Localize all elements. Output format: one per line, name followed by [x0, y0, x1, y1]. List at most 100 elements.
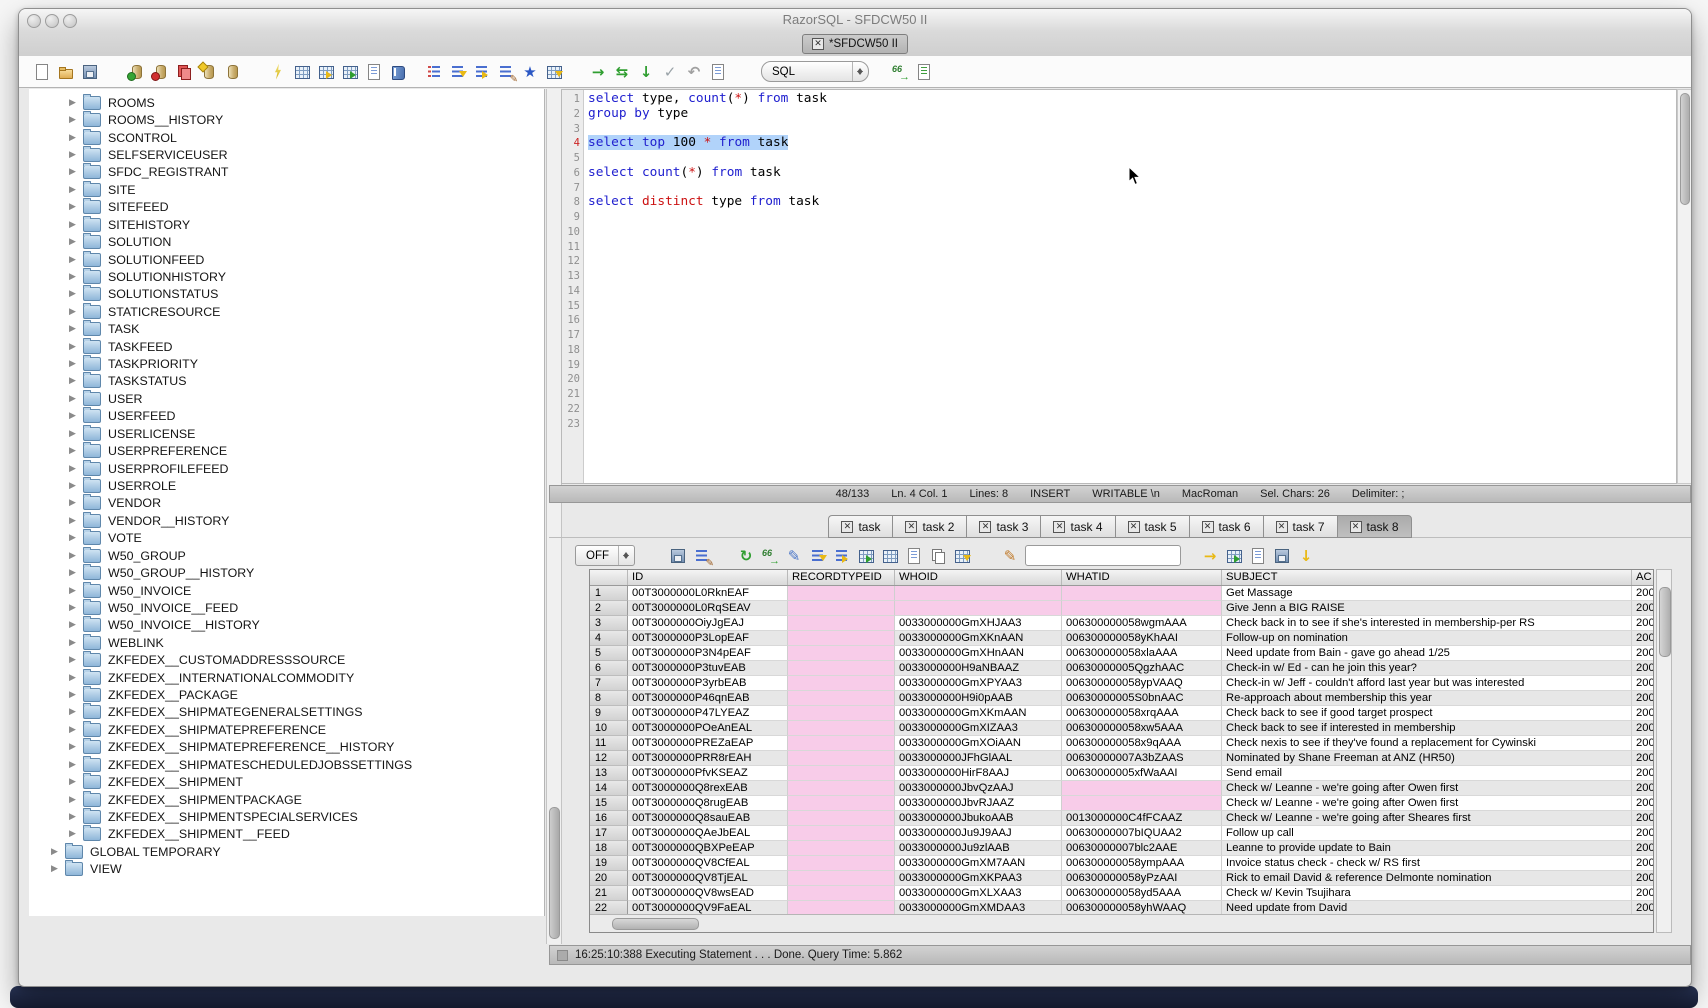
- sidebar-item-sitefeed[interactable]: ▶SITEFEED: [29, 199, 544, 216]
- cell-whatid[interactable]: [1062, 601, 1222, 616]
- expand-arrow-icon[interactable]: ▶: [69, 255, 83, 265]
- delete-connection-icon[interactable]: [175, 63, 193, 81]
- cell-subject[interactable]: Check w/ Leanne - we're going after Owen…: [1222, 781, 1632, 796]
- cell-whoid[interactable]: 0033000000GmXKnAAN: [895, 631, 1062, 646]
- statement-list-icon[interactable]: [425, 63, 443, 81]
- cell-id[interactable]: 00T3000000P47LYEAZ: [628, 706, 788, 721]
- cell-recordtypeid[interactable]: [788, 766, 895, 781]
- cell-subject[interactable]: Check-in w/ Jeff - couldn't afford last …: [1222, 676, 1632, 691]
- expand-arrow-icon[interactable]: ▶: [69, 464, 83, 474]
- expand-arrow-icon[interactable]: ▶: [69, 655, 83, 665]
- expand-arrow-icon[interactable]: ▶: [69, 342, 83, 352]
- cell-id[interactable]: 00T3000000P3yrbEAB: [628, 676, 788, 691]
- cell-subject[interactable]: Need update from Bain - gave go ahead 1/…: [1222, 646, 1632, 661]
- sql-editor[interactable]: 1234567891011121314151617181920212223 se…: [561, 89, 1677, 484]
- expand-arrow-icon[interactable]: ▶: [69, 324, 83, 334]
- cell-whatid[interactable]: 00630000007A3bZAAS: [1062, 751, 1222, 766]
- export-table-icon[interactable]: [317, 63, 335, 81]
- view-text-icon[interactable]: [905, 547, 923, 565]
- column-header-RECORDTYPEID[interactable]: RECORDTYPEID: [788, 570, 895, 585]
- expand-arrow-icon[interactable]: ▶: [69, 620, 83, 630]
- cell-recordtypeid[interactable]: [788, 691, 895, 706]
- sidebar-item-solutionstatus[interactable]: ▶SOLUTIONSTATUS: [29, 286, 544, 303]
- sidebar-item-zkfedex__shipmentpackage[interactable]: ▶ZKFEDEX__SHIPMENTPACKAGE: [29, 791, 544, 808]
- delete-row-icon[interactable]: [833, 547, 851, 565]
- sidebar-item-w50_group[interactable]: ▶W50_GROUP: [29, 547, 544, 564]
- cell-whoid[interactable]: 0033000000GmXIZAA3: [895, 721, 1062, 736]
- cell-ac[interactable]: 200: [1632, 646, 1654, 661]
- cell-id[interactable]: 00T3000000Q8rexEAB: [628, 781, 788, 796]
- cell-subject[interactable]: Check back in to see if she's interested…: [1222, 616, 1632, 631]
- cell-ac[interactable]: 200: [1632, 691, 1654, 706]
- close-tab-icon[interactable]: ✕: [1350, 521, 1362, 533]
- rollback-icon[interactable]: ↶: [685, 63, 703, 81]
- cell-ac[interactable]: 200: [1632, 631, 1654, 646]
- expand-arrow-icon[interactable]: ▶: [69, 533, 83, 543]
- expand-arrow-icon[interactable]: ▶: [69, 237, 83, 247]
- cell-whoid[interactable]: 0033000000JbvQzAAJ: [895, 781, 1062, 796]
- row-number[interactable]: 12: [590, 751, 628, 766]
- row-number[interactable]: 14: [590, 781, 628, 796]
- column-header-SUBJECT[interactable]: SUBJECT: [1222, 570, 1632, 585]
- editor-scrollbar-thumb[interactable]: [1680, 93, 1690, 205]
- copy-table-icon[interactable]: [953, 547, 971, 565]
- sidebar-item-zkfedex__shipmatepreference[interactable]: ▶ZKFEDEX__SHIPMATEPREFERENCE: [29, 721, 544, 738]
- result-tab-task-6[interactable]: ✕task 6: [1189, 515, 1263, 538]
- sidebar-item-global temporary[interactable]: ▶GLOBAL TEMPORARY: [29, 843, 544, 860]
- cell-ac[interactable]: 200: [1632, 826, 1654, 841]
- expand-arrow-icon[interactable]: ▶: [69, 603, 83, 613]
- expand-arrow-icon[interactable]: ▶: [69, 429, 83, 439]
- cell-id[interactable]: 00T3000000Q8sauEAB: [628, 811, 788, 826]
- database-icon[interactable]: [223, 63, 241, 81]
- cell-id[interactable]: 00T3000000QBXPeEAP: [628, 841, 788, 856]
- expand-arrow-icon[interactable]: ▶: [69, 742, 83, 752]
- cell-whoid[interactable]: 0033000000GmXHJAA3: [895, 616, 1062, 631]
- options-list-icon[interactable]: [293, 63, 311, 81]
- expand-arrow-icon[interactable]: ▶: [69, 394, 83, 404]
- cell-recordtypeid[interactable]: [788, 781, 895, 796]
- cell-id[interactable]: 00T3000000OiyJgEAJ: [628, 616, 788, 631]
- close-tab-icon[interactable]: ✕: [905, 521, 917, 533]
- database-tree[interactable]: ▶ROOMS▶ROOMS__HISTORY▶SCONTROL▶SELFSERVI…: [29, 89, 545, 916]
- row-number[interactable]: 2: [590, 601, 628, 616]
- new-file-icon[interactable]: [33, 63, 51, 81]
- sidebar-item-task[interactable]: ▶TASK: [29, 320, 544, 337]
- execute-sql-icon[interactable]: [269, 63, 287, 81]
- cell-whatid[interactable]: 00630000005QgzhAAC: [1062, 661, 1222, 676]
- cell-whoid[interactable]: 0033000000JbukoAAB: [895, 811, 1062, 826]
- cell-recordtypeid[interactable]: [788, 751, 895, 766]
- cell-whoid[interactable]: 0033000000HirF8AAJ: [895, 766, 1062, 781]
- sidebar-item-rooms__history[interactable]: ▶ROOMS__HISTORY: [29, 111, 544, 128]
- close-tab-icon[interactable]: ✕: [1128, 521, 1140, 533]
- row-number[interactable]: 6: [590, 661, 628, 676]
- sidebar-item-solutionhistory[interactable]: ▶SOLUTIONHISTORY: [29, 268, 544, 285]
- sidebar-item-w50_invoice__feed[interactable]: ▶W50_INVOICE__FEED: [29, 599, 544, 616]
- cell-ac[interactable]: 200: [1632, 736, 1654, 751]
- copy-rows-icon[interactable]: [929, 547, 947, 565]
- row-number[interactable]: 9: [590, 706, 628, 721]
- open-file-icon[interactable]: [57, 63, 75, 81]
- cell-whatid[interactable]: [1062, 781, 1222, 796]
- expand-arrow-icon[interactable]: ▶: [69, 220, 83, 230]
- sidebar-item-zkfedex__customaddresssource[interactable]: ▶ZKFEDEX__CUSTOMADDRESSSOURCE: [29, 652, 544, 669]
- execute-selected-icon[interactable]: [473, 63, 491, 81]
- cell-subject[interactable]: Nominated by Shane Freeman at ANZ (HR50): [1222, 751, 1632, 766]
- view-row-icon[interactable]: [761, 547, 779, 565]
- expand-arrow-icon[interactable]: ▶: [51, 847, 65, 857]
- row-number[interactable]: 19: [590, 856, 628, 871]
- cell-whatid[interactable]: 00630000007bIQUAA2: [1062, 826, 1222, 841]
- sql-code-area[interactable]: select type, count(*) from taskgroup by …: [584, 90, 1676, 483]
- cell-id[interactable]: 00T3000000QV8wsEAD: [628, 886, 788, 901]
- expand-arrow-icon[interactable]: ▶: [69, 690, 83, 700]
- expand-arrow-icon[interactable]: ▶: [69, 150, 83, 160]
- cell-ac[interactable]: 200: [1632, 601, 1654, 616]
- table-tools-icon[interactable]: [545, 63, 563, 81]
- cell-id[interactable]: 00T3000000L0RknEAF: [628, 586, 788, 601]
- result-tab-task-8[interactable]: ✕task 8: [1337, 515, 1412, 538]
- results-vscrollbar-thumb[interactable]: [1659, 587, 1671, 657]
- cell-whoid[interactable]: 0033000000GmXM7AAN: [895, 856, 1062, 871]
- expand-arrow-icon[interactable]: ▶: [69, 777, 83, 787]
- cell-whoid[interactable]: [895, 601, 1062, 616]
- sidebar-item-taskfeed[interactable]: ▶TASKFEED: [29, 338, 544, 355]
- combo-stepper-icon[interactable]: [618, 546, 634, 565]
